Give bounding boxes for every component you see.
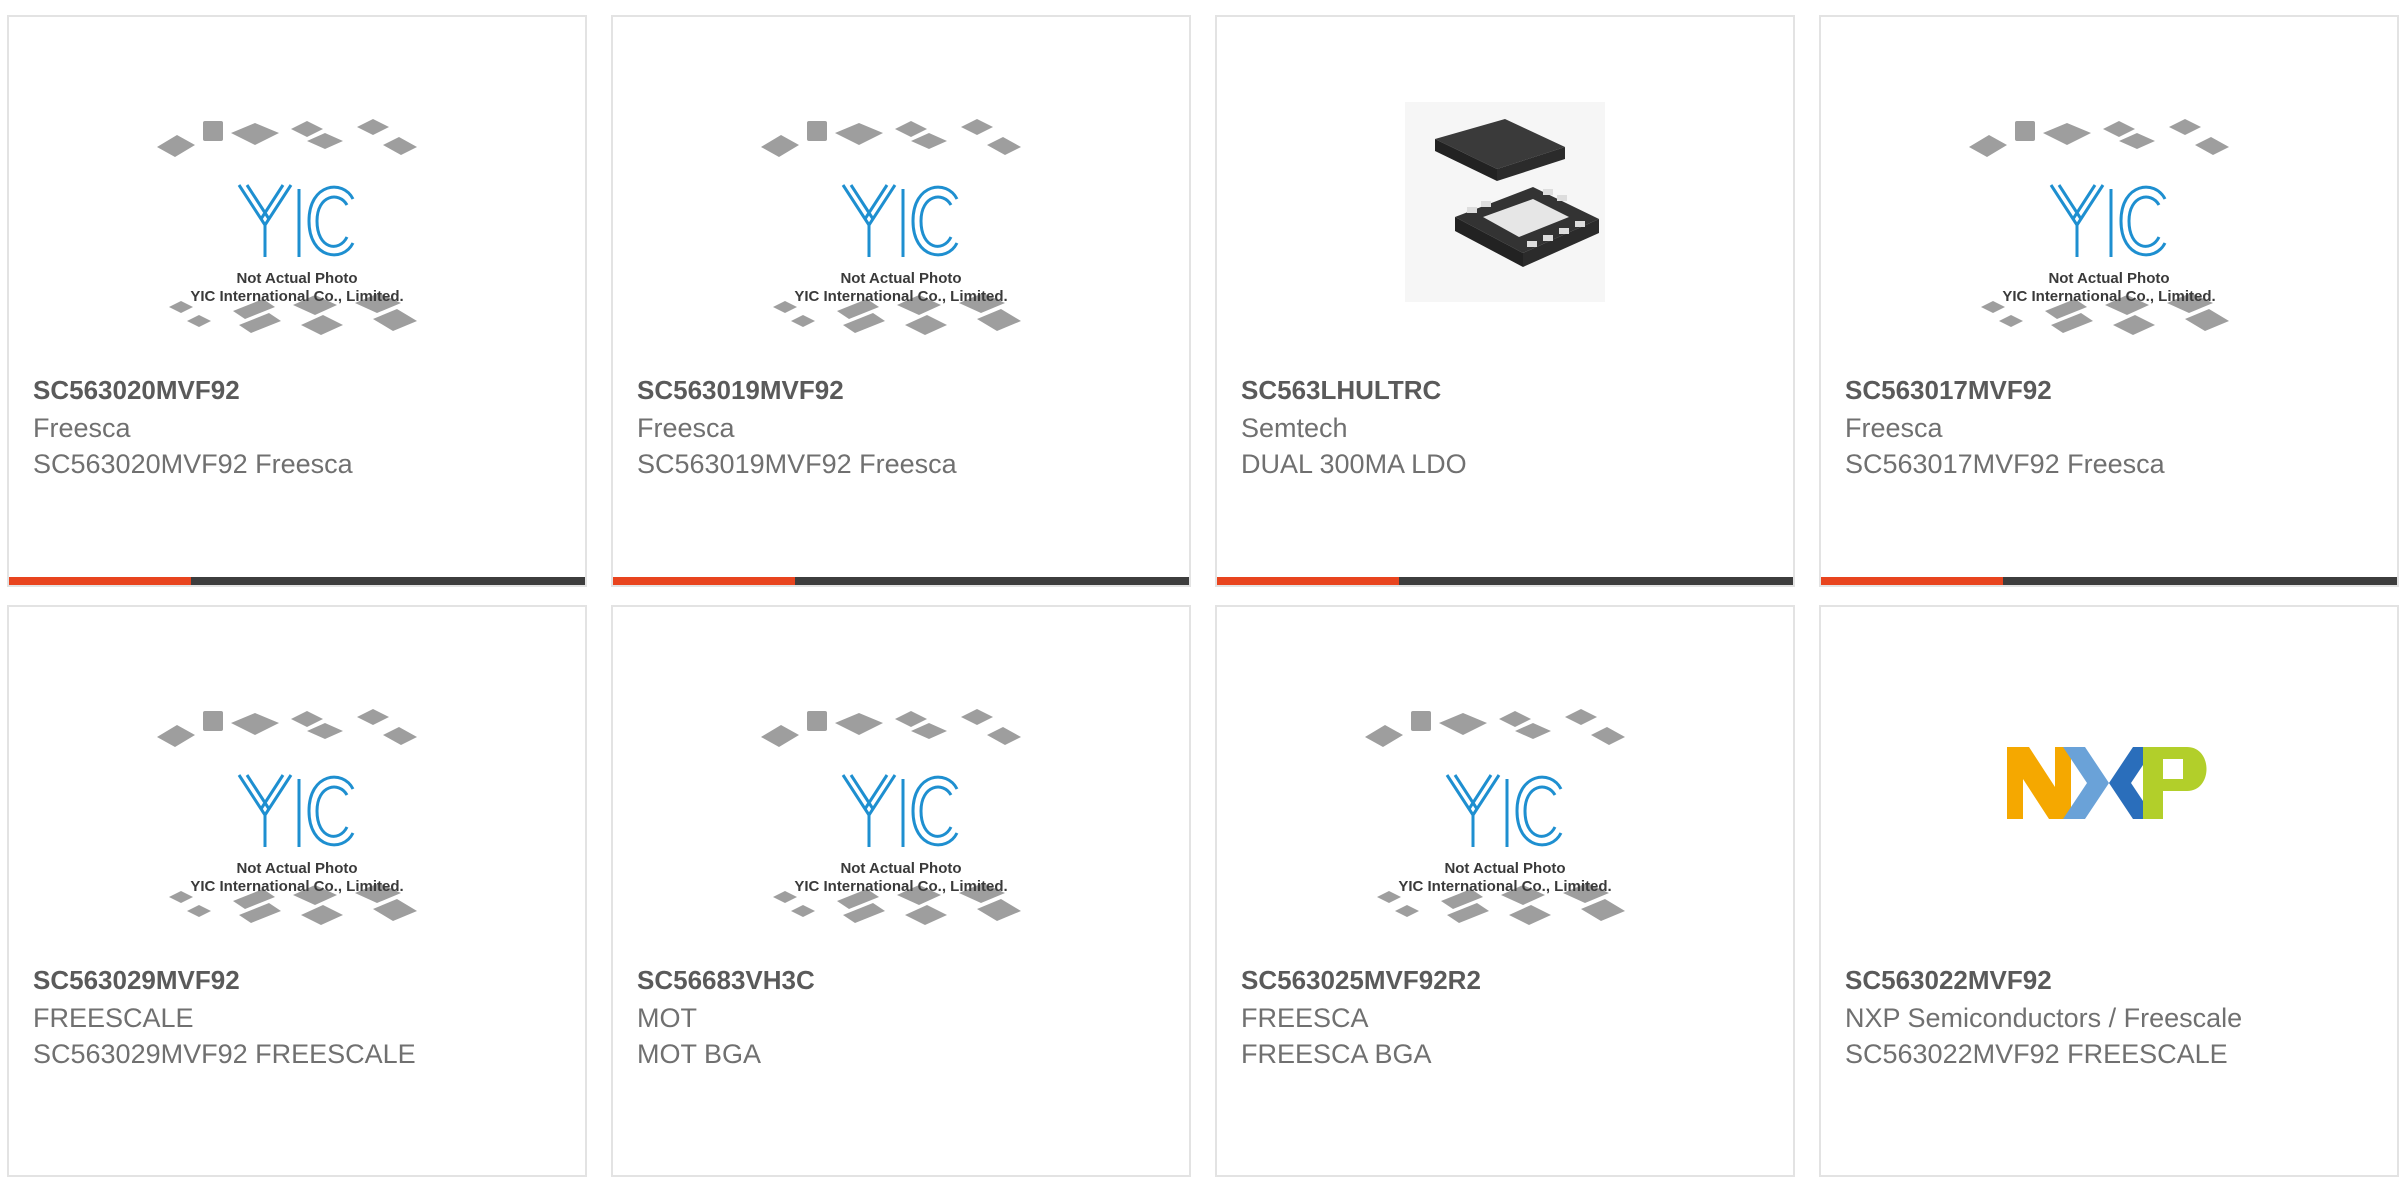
card-accent-bar — [9, 577, 191, 585]
part-number[interactable]: SC563LHULTRC — [1241, 375, 1441, 406]
placeholder-caption-2: YIC International Co., Limited. — [794, 288, 1007, 305]
description: MOT BGA — [637, 1039, 762, 1069]
product-image[interactable]: Not Actual Photo YIC International Co., … — [1217, 647, 1793, 952]
part-number[interactable]: SC563029MVF92 — [33, 965, 240, 996]
yic-placeholder-image: Not Actual Photo YIC International Co., … — [761, 709, 1021, 925]
yic-placeholder-image: Not Actual Photo YIC International Co., … — [157, 119, 417, 335]
product-card[interactable]: Not Actual Photo YIC International Co., … — [7, 15, 587, 587]
chip-photo-image — [1405, 102, 1605, 302]
product-card[interactable]: SC563LHULTRC Semtech DUAL 300MA LDO — [1215, 15, 1795, 587]
manufacturer: Freesca — [637, 413, 735, 443]
manufacturer: FREESCALE — [33, 1003, 194, 1033]
placeholder-caption-2: YIC International Co., Limited. — [1398, 878, 1611, 895]
placeholder-caption-2: YIC International Co., Limited. — [190, 288, 403, 305]
card-accent-bar — [1217, 577, 1399, 585]
product-card[interactable]: SC563022MVF92 NXP Semiconductors / Frees… — [1819, 605, 2399, 1177]
manufacturer: NXP Semiconductors / Freescale — [1845, 1003, 2243, 1033]
product-image[interactable]: Not Actual Photo YIC International Co., … — [613, 647, 1189, 952]
card-accent-bar — [1821, 577, 2003, 585]
description: SC563022MVF92 FREESCALE — [1845, 1039, 2228, 1069]
description: SC563017MVF92 Freesca — [1845, 449, 2165, 479]
description: SC563029MVF92 FREESCALE — [33, 1039, 416, 1069]
manufacturer: Freesca — [33, 413, 131, 443]
card-accent-bar — [613, 577, 795, 585]
card-bottom-bar — [1217, 577, 1793, 585]
product-card[interactable]: Not Actual Photo YIC International Co., … — [611, 605, 1191, 1177]
card-bottom-bar — [613, 577, 1189, 585]
product-image[interactable]: Not Actual Photo YIC International Co., … — [613, 57, 1189, 362]
manufacturer: Semtech — [1241, 413, 1348, 443]
product-image[interactable]: Not Actual Photo YIC International Co., … — [1821, 57, 2397, 362]
yic-placeholder-image: Not Actual Photo YIC International Co., … — [1365, 709, 1625, 925]
placeholder-caption-2: YIC International Co., Limited. — [190, 878, 403, 895]
part-number[interactable]: SC563025MVF92R2 — [1241, 965, 1481, 996]
product-image[interactable] — [1821, 647, 2397, 952]
yic-placeholder-image: Not Actual Photo YIC International Co., … — [761, 119, 1021, 335]
part-number[interactable]: SC563019MVF92 — [637, 375, 844, 406]
description: FREESCA BGA — [1241, 1039, 1432, 1069]
yic-placeholder-image: Not Actual Photo YIC International Co., … — [1969, 119, 2229, 335]
placeholder-caption-1: Not Actual Photo — [236, 860, 357, 877]
product-image[interactable]: Not Actual Photo YIC International Co., … — [9, 647, 585, 952]
product-card[interactable]: Not Actual Photo YIC International Co., … — [1215, 605, 1795, 1177]
placeholder-caption-1: Not Actual Photo — [840, 860, 961, 877]
placeholder-caption-1: Not Actual Photo — [236, 270, 357, 287]
manufacturer: Freesca — [1845, 413, 1943, 443]
placeholder-caption-1: Not Actual Photo — [2048, 270, 2169, 287]
placeholder-caption-2: YIC International Co., Limited. — [794, 878, 1007, 895]
part-number[interactable]: SC563017MVF92 — [1845, 375, 2052, 406]
card-bottom-bar — [9, 577, 585, 585]
product-card[interactable]: Not Actual Photo YIC International Co., … — [7, 605, 587, 1177]
description: DUAL 300MA LDO — [1241, 449, 1467, 479]
product-card[interactable]: Not Actual Photo YIC International Co., … — [1819, 15, 2399, 587]
placeholder-caption-1: Not Actual Photo — [1444, 860, 1565, 877]
product-grid: Not Actual Photo YIC International Co., … — [0, 0, 2400, 1177]
yic-placeholder-image: Not Actual Photo YIC International Co., … — [157, 709, 417, 925]
card-bottom-bar — [1821, 577, 2397, 585]
description: SC563019MVF92 Freesca — [637, 449, 957, 479]
manufacturer: MOT — [637, 1003, 697, 1033]
placeholder-caption-1: Not Actual Photo — [840, 270, 961, 287]
product-card[interactable]: Not Actual Photo YIC International Co., … — [611, 15, 1191, 587]
part-number[interactable]: SC56683VH3C — [637, 965, 815, 996]
placeholder-caption-2: YIC International Co., Limited. — [2002, 288, 2215, 305]
product-image[interactable] — [1217, 57, 1793, 362]
description: SC563020MVF92 Freesca — [33, 449, 353, 479]
product-image[interactable]: Not Actual Photo YIC International Co., … — [9, 57, 585, 362]
part-number[interactable]: SC563022MVF92 — [1845, 965, 2052, 996]
manufacturer: FREESCA — [1241, 1003, 1369, 1033]
part-number[interactable]: SC563020MVF92 — [33, 375, 240, 406]
nxp-logo-image — [2007, 747, 2207, 819]
